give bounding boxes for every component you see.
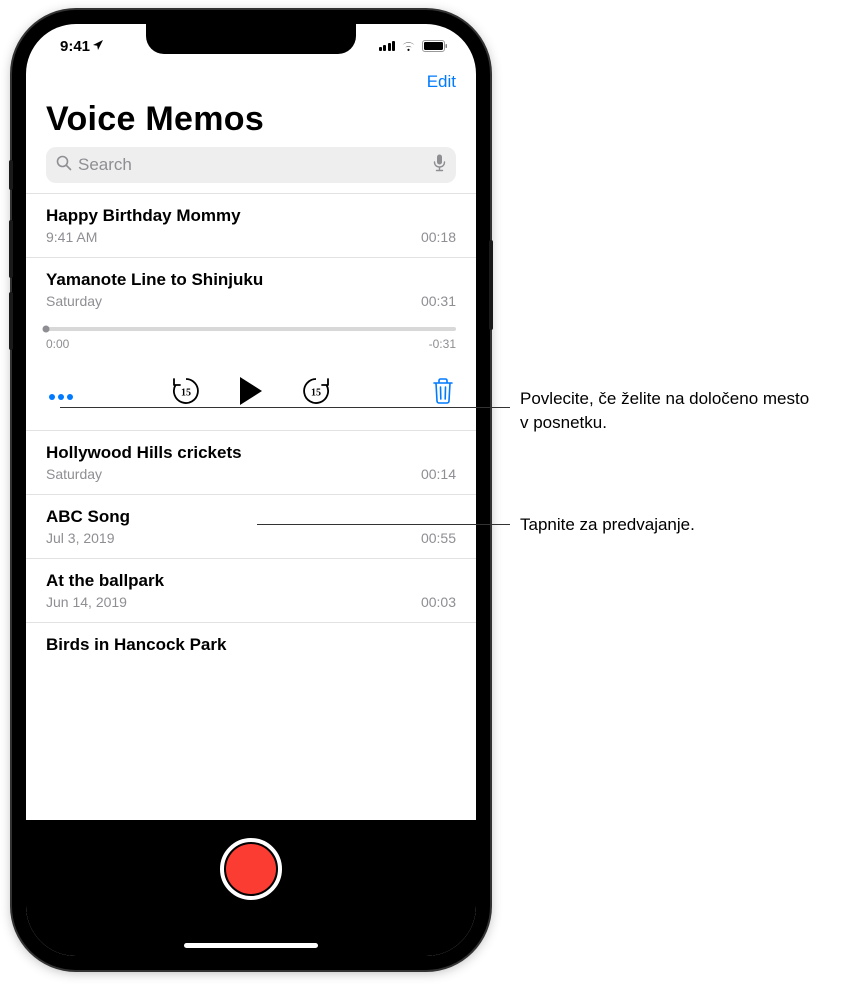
mic-icon[interactable] (433, 154, 446, 177)
recording-title: Happy Birthday Mommy (46, 206, 456, 226)
recording-row-expanded[interactable]: Yamanote Line to Shinjuku Saturday 00:31… (26, 258, 476, 431)
recordings-list: Happy Birthday Mommy 9:41 AM 00:18 Yaman… (26, 193, 476, 820)
notch (146, 24, 356, 54)
volume-up-button[interactable] (9, 220, 13, 278)
callout-line (60, 407, 510, 408)
recording-row[interactable]: Hollywood Hills crickets Saturday 00:14 (26, 431, 476, 495)
volume-down-button[interactable] (9, 292, 13, 350)
edit-button[interactable]: Edit (427, 72, 456, 92)
phone-screen: 9:41 Edit (26, 24, 476, 956)
search-icon (56, 155, 72, 176)
nav-bar: Edit (26, 68, 476, 100)
recording-row[interactable]: ABC Song Jul 3, 2019 00:55 (26, 495, 476, 559)
recording-row[interactable]: Happy Birthday Mommy 9:41 AM 00:18 (26, 194, 476, 258)
recording-duration: 00:55 (421, 530, 456, 546)
playback-scrubber[interactable]: 0:00 -0:31 (46, 327, 456, 351)
wifi-icon (400, 40, 417, 52)
recording-date: Jul 3, 2019 (46, 530, 115, 546)
recording-date: 9:41 AM (46, 229, 97, 245)
battery-icon (422, 40, 448, 52)
svg-text:15: 15 (311, 388, 321, 399)
recording-date: Saturday (46, 466, 102, 482)
recording-title: Birds in Hancock Park (46, 635, 456, 655)
title-section: Voice Memos (26, 100, 476, 147)
scrubber-thumb[interactable] (43, 326, 50, 333)
scrubber-track[interactable] (46, 327, 456, 331)
home-indicator[interactable] (184, 943, 318, 948)
recording-title: At the ballpark (46, 571, 456, 591)
location-icon (92, 39, 104, 54)
remaining-time: -0:31 (429, 337, 456, 351)
callout-play: Tapnite za predvajanje. (520, 513, 820, 537)
callout-line (257, 524, 510, 525)
status-time: 9:41 (60, 38, 90, 55)
recording-date: Saturday (46, 293, 102, 309)
elapsed-time: 0:00 (46, 337, 69, 351)
recording-duration: 00:14 (421, 466, 456, 482)
search-input[interactable] (78, 155, 427, 175)
callout-scrub: Povlecite, če želite na določeno mesto v… (520, 387, 820, 435)
page-title: Voice Memos (46, 100, 456, 139)
svg-text:15: 15 (181, 388, 191, 399)
recording-duration: 00:31 (421, 293, 456, 309)
recording-title: Hollywood Hills crickets (46, 443, 456, 463)
recording-row[interactable]: Birds in Hancock Park (26, 623, 476, 662)
recording-duration: 00:03 (421, 594, 456, 610)
phone-frame: 9:41 Edit (12, 10, 490, 970)
recording-title: Yamanote Line to Shinjuku (46, 270, 456, 290)
search-bar[interactable] (46, 147, 456, 183)
recording-duration: 00:18 (421, 229, 456, 245)
cellular-signal-icon (379, 41, 396, 51)
record-button[interactable] (220, 838, 282, 900)
more-options-button[interactable] (48, 380, 86, 408)
record-button-inner (226, 844, 276, 894)
record-bar (26, 820, 476, 956)
power-button[interactable] (489, 240, 493, 330)
recording-date: Jun 14, 2019 (46, 594, 127, 610)
delete-button[interactable] (416, 378, 454, 409)
silence-switch[interactable] (9, 160, 13, 190)
recording-row[interactable]: At the ballpark Jun 14, 2019 00:03 (26, 559, 476, 623)
